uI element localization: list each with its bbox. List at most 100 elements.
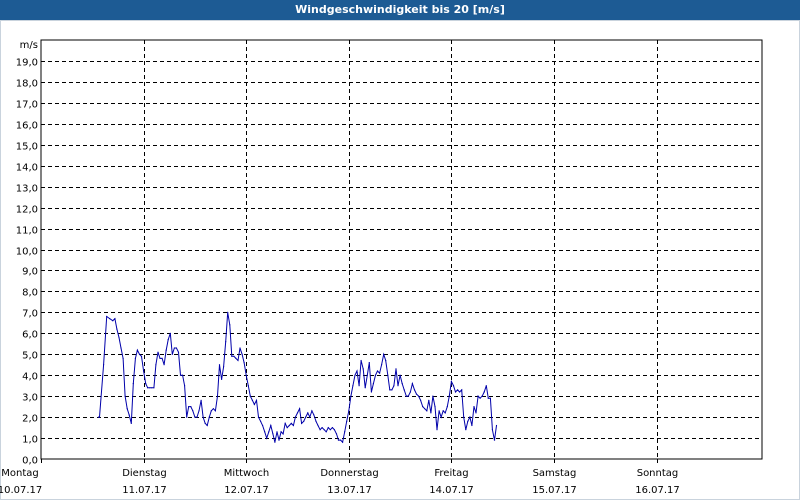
- data-point: [227, 311, 229, 313]
- data-point: [145, 383, 147, 385]
- data-point: [342, 441, 344, 443]
- data-point: [241, 353, 243, 355]
- data-point: [200, 399, 202, 401]
- y-tick-label: 10,0: [16, 247, 38, 258]
- data-point: [360, 359, 362, 362]
- data-point: [192, 410, 194, 412]
- data-point: [157, 351, 159, 353]
- data-point: [463, 416, 465, 418]
- data-point: [208, 416, 210, 418]
- data-point: [457, 389, 459, 391]
- data-point: [163, 364, 165, 366]
- data-point: [397, 385, 399, 387]
- data-point: [415, 393, 418, 395]
- data-point: [309, 416, 311, 418]
- data-point: [356, 370, 358, 372]
- data-point: [206, 424, 208, 427]
- data-point: [122, 357, 124, 359]
- x-tick-day: Freitag: [434, 468, 468, 479]
- data-point: [223, 366, 225, 368]
- data-point: [299, 408, 301, 410]
- data-point: [354, 374, 356, 376]
- data-point: [184, 385, 186, 387]
- data-point: [495, 424, 498, 427]
- y-tick-label: 4,0: [22, 372, 38, 383]
- y-tick-label: 9,0: [22, 267, 38, 278]
- data-point: [436, 429, 438, 431]
- data-point: [405, 395, 407, 397]
- data-point: [140, 355, 143, 357]
- data-point: [128, 414, 130, 416]
- data-point: [461, 389, 463, 391]
- data-point: [136, 349, 138, 351]
- data-point: [372, 383, 374, 385]
- data-point: [278, 439, 280, 441]
- data-point: [165, 349, 167, 351]
- data-point: [106, 315, 108, 318]
- data-point: [358, 385, 360, 387]
- data-point: [469, 416, 471, 418]
- y-tick-label: 19,0: [16, 58, 38, 69]
- data-point: [438, 410, 440, 412]
- data-point: [204, 422, 206, 424]
- data-point: [327, 427, 329, 429]
- data-point: [284, 422, 286, 424]
- data-point: [262, 424, 264, 427]
- y-tick-label: 16,0: [16, 121, 38, 132]
- data-point: [143, 370, 145, 372]
- data-point: [124, 395, 126, 397]
- data-point: [313, 414, 315, 416]
- data-point: [247, 385, 249, 387]
- data-point: [348, 410, 350, 412]
- data-point: [286, 427, 288, 429]
- data-point: [210, 410, 212, 412]
- data-point: [147, 387, 149, 389]
- data-point: [138, 353, 141, 355]
- data-point: [340, 439, 342, 441]
- data-point: [233, 355, 235, 357]
- x-tick-date: 15.07.17: [532, 485, 577, 496]
- x-tick-date: 11.07.17: [122, 485, 167, 496]
- data-point: [491, 429, 493, 431]
- x-tick-date: 14.07.17: [429, 485, 474, 496]
- data-point: [177, 351, 180, 353]
- data-point: [294, 416, 296, 418]
- data-point: [221, 378, 223, 380]
- x-tick-day: Dienstag: [122, 468, 167, 479]
- data-point: [194, 416, 196, 418]
- data-point: [448, 395, 450, 397]
- data-point: [202, 416, 204, 418]
- data-point: [274, 441, 276, 443]
- data-point: [249, 395, 251, 397]
- data-point: [282, 433, 284, 435]
- data-point: [319, 429, 321, 431]
- data-point: [487, 397, 489, 399]
- data-point: [120, 347, 122, 349]
- data-point: [434, 406, 436, 408]
- data-point: [98, 416, 101, 418]
- data-point: [132, 383, 134, 385]
- data-point: [387, 374, 389, 376]
- data-point: [231, 355, 233, 357]
- y-tick-label: 18,0: [16, 79, 38, 90]
- data-point: [485, 385, 487, 387]
- y-tick-label: 1,0: [22, 435, 38, 446]
- y-tick-label: 7,0: [22, 309, 38, 320]
- x-tick-date: 13.07.17: [327, 485, 372, 496]
- data-point: [118, 336, 120, 339]
- series-line: [98, 312, 497, 444]
- wind-speed-chart: 0,0 1,0 2,0 3,0 4,0 5,0 6,0 7,0 8,0 9,0 10,0 11,0 12…: [0, 39, 763, 496]
- data-point: [196, 416, 198, 418]
- data-point: [159, 357, 161, 359]
- data-point: [296, 412, 299, 414]
- x-tick-date: 10.07.17: [0, 485, 42, 496]
- data-point: [257, 416, 260, 418]
- data-point: [243, 362, 245, 364]
- y-tick-label: 12,0: [16, 205, 38, 216]
- x-tick-date: 12.07.17: [224, 485, 269, 496]
- data-point: [329, 429, 331, 431]
- data-point: [335, 433, 338, 435]
- data-point: [214, 410, 216, 412]
- data-point: [260, 420, 262, 422]
- data-point: [475, 412, 477, 414]
